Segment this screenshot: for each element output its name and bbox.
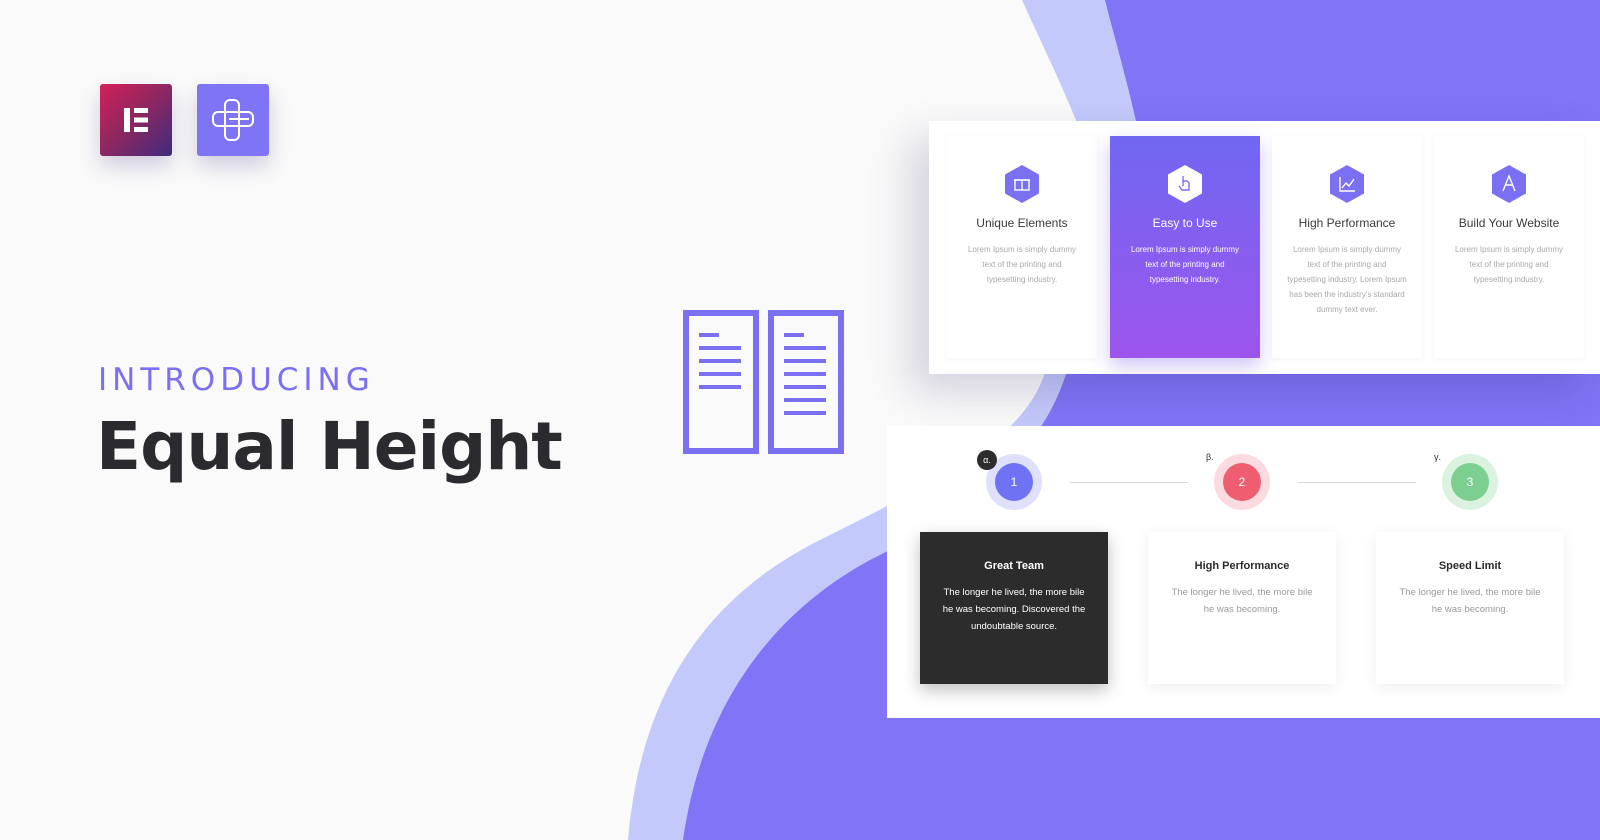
card-high-performance[interactable]: High Performance The longer he lived, th… bbox=[1148, 532, 1336, 684]
feature-box-easy-to-use[interactable]: Easy to Use Lorem Ipsum is simply dummy … bbox=[1110, 136, 1260, 358]
page-title: Equal Height bbox=[96, 408, 563, 485]
card-title: Speed Limit bbox=[1438, 560, 1502, 572]
letter-a-icon bbox=[1492, 165, 1526, 203]
card-speed-limit[interactable]: Speed Limit The longer he lived, the mor… bbox=[1376, 532, 1564, 684]
feature-boxes-panel: Unique Elements Lorem Ipsum is simply du… bbox=[929, 121, 1600, 374]
card-title: High Performance bbox=[1194, 560, 1290, 572]
step-number: 3 bbox=[1451, 463, 1489, 501]
card-great-team[interactable]: Great Team The longer he lived, the more… bbox=[920, 532, 1108, 684]
feature-description: Lorem Ipsum is simply dummy text of the … bbox=[967, 245, 1077, 284]
elementor-e-icon bbox=[124, 108, 148, 132]
feature-title: Unique Elements bbox=[976, 216, 1068, 230]
step-greek-label: γ. bbox=[1434, 452, 1442, 462]
feature-title: Build Your Website bbox=[1458, 216, 1560, 230]
feature-description: Lorem Ipsum is simply dummy text of the … bbox=[1130, 245, 1240, 284]
step-greek-label: α. bbox=[977, 450, 997, 470]
intro-label: INTRODUCING bbox=[98, 362, 375, 398]
feature-box-unique-elements[interactable]: Unique Elements Lorem Ipsum is simply du… bbox=[947, 136, 1097, 358]
card-description: The longer he lived, the more bile he wa… bbox=[1399, 587, 1541, 615]
hand-pointer-icon bbox=[1168, 165, 1202, 203]
card-title: Great Team bbox=[984, 560, 1044, 572]
step-connector bbox=[1298, 482, 1416, 483]
card-description: The longer he lived, the more bile he wa… bbox=[1171, 587, 1313, 615]
feature-box-build-your-website[interactable]: Build Your Website Lorem Ipsum is simply… bbox=[1434, 136, 1584, 358]
step-3[interactable]: 3 γ. bbox=[1434, 452, 1498, 510]
feature-description: Lorem Ipsum is simply dummy text of the … bbox=[1454, 245, 1564, 284]
step-2[interactable]: 2 β. bbox=[1206, 452, 1270, 510]
feature-title: Easy to Use bbox=[1152, 216, 1218, 230]
chart-icon bbox=[1330, 165, 1364, 203]
steps-panel: 1 α. 2 β. 3 γ. Great Team The longer he … bbox=[887, 426, 1600, 718]
step-connector bbox=[1070, 482, 1188, 483]
feature-description: Lorem Ipsum is simply dummy text of the … bbox=[1287, 245, 1407, 314]
step-greek-label: β. bbox=[1206, 452, 1214, 462]
feature-title: High Performance bbox=[1298, 216, 1396, 230]
addon-knot-icon bbox=[212, 99, 254, 141]
card-description: The longer he lived, the more bile he wa… bbox=[942, 587, 1086, 632]
equal-height-columns-icon bbox=[683, 310, 844, 454]
step-number: 2 bbox=[1223, 463, 1261, 501]
elementor-logo bbox=[100, 84, 172, 156]
feature-box-high-performance[interactable]: High Performance Lorem Ipsum is simply d… bbox=[1272, 136, 1422, 358]
gift-icon bbox=[1005, 165, 1039, 203]
addon-logo bbox=[197, 84, 269, 156]
step-1[interactable]: 1 α. bbox=[977, 450, 1042, 510]
step-number: 1 bbox=[995, 463, 1033, 501]
